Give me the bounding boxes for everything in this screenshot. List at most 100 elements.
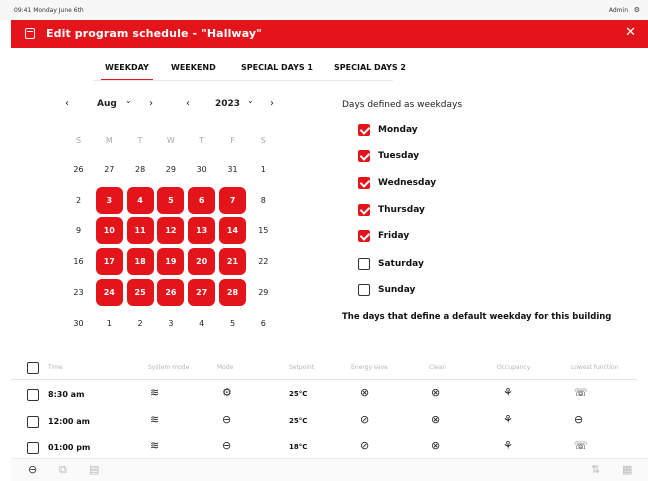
table-row[interactable]: 01:00 pm 18°C ≋ ⊖ ⊘ ⊗ ⚘ ☏ bbox=[11, 434, 637, 460]
lowest-function-icon[interactable]: ☏ bbox=[574, 440, 588, 452]
calendar-day-selected[interactable]: 28 bbox=[219, 279, 246, 306]
weekday-checkbox[interactable] bbox=[358, 124, 370, 136]
calendar-day-selected[interactable]: 24 bbox=[95, 279, 123, 306]
calendar-day[interactable]: 6 bbox=[250, 310, 277, 337]
sort-icon[interactable]: ⇅ bbox=[591, 463, 600, 476]
tab-weekday[interactable]: WEEKDAY bbox=[101, 63, 153, 81]
prev-year-button[interactable]: ‹ bbox=[186, 98, 190, 109]
user-icon[interactable]: ⚙ bbox=[634, 6, 640, 14]
energy-save-icon[interactable]: ⊘ bbox=[360, 440, 369, 452]
clean-icon[interactable]: ⊗ bbox=[431, 387, 440, 399]
lowest-function-icon[interactable]: ⊖ bbox=[574, 414, 583, 426]
weekday-checkbox[interactable] bbox=[358, 204, 370, 216]
next-month-button[interactable]: › bbox=[149, 98, 153, 109]
occupancy-icon[interactable]: ⚘ bbox=[503, 387, 513, 399]
weekday-label: Friday bbox=[378, 231, 410, 241]
calendar-day[interactable]: 2 bbox=[127, 310, 154, 337]
calendar-day-selected[interactable]: 26 bbox=[157, 279, 185, 306]
calendar-day[interactable]: 23 bbox=[65, 279, 92, 306]
calendar-day[interactable]: 31 bbox=[219, 156, 246, 183]
calendar-day-selected[interactable]: 20 bbox=[188, 248, 216, 276]
calendar-day-selected[interactable]: 14 bbox=[219, 217, 246, 245]
row-checkbox[interactable] bbox=[27, 389, 39, 401]
calendar-day-selected[interactable]: 17 bbox=[95, 248, 123, 276]
energy-save-icon[interactable]: ⊘ bbox=[360, 414, 369, 426]
occupancy-icon[interactable]: ⚘ bbox=[503, 414, 513, 426]
calendar-day[interactable]: 28 bbox=[127, 156, 154, 183]
calendar-day[interactable]: 27 bbox=[96, 156, 123, 183]
select-all-checkbox[interactable] bbox=[27, 362, 39, 374]
system-mode-icon[interactable]: ≋ bbox=[150, 414, 159, 426]
weekday-checkbox[interactable] bbox=[358, 150, 370, 162]
next-year-button[interactable]: › bbox=[270, 98, 274, 109]
calendar-day[interactable]: 2 bbox=[65, 187, 92, 214]
calendar-day-selected[interactable]: 18 bbox=[126, 248, 154, 276]
calendar-day-selected[interactable]: 5 bbox=[157, 186, 185, 214]
status-bar: 09:41 Monday June 6th Admin ⚙ bbox=[0, 0, 648, 20]
row-checkbox[interactable] bbox=[27, 442, 39, 454]
calendar-day[interactable]: 16 bbox=[65, 248, 92, 275]
calendar-day[interactable]: 29 bbox=[250, 279, 277, 306]
bottom-toolbar: ⊖ ⧉ ▤ ⇅ ▦ bbox=[11, 458, 648, 481]
calendar-day[interactable]: 15 bbox=[250, 217, 277, 244]
year-select[interactable]: 2023 bbox=[215, 99, 240, 109]
calendar-day-selected[interactable]: 21 bbox=[219, 248, 246, 276]
mode-icon[interactable]: ⊖ bbox=[222, 440, 231, 452]
calendar-day-selected[interactable]: 13 bbox=[188, 217, 216, 245]
copy-icon[interactable]: ⧉ bbox=[59, 463, 67, 477]
system-mode-icon[interactable]: ≋ bbox=[150, 387, 159, 399]
calendar-day[interactable]: 1 bbox=[250, 156, 277, 183]
paste-icon[interactable]: ▤ bbox=[89, 463, 99, 476]
calendar-day[interactable]: 1 bbox=[96, 310, 123, 337]
grid-menu-icon[interactable]: ▦ bbox=[622, 463, 632, 476]
energy-save-icon[interactable]: ⊗ bbox=[360, 387, 369, 399]
close-icon[interactable]: ✕ bbox=[625, 25, 636, 40]
weekday-checkbox[interactable] bbox=[358, 258, 370, 270]
calendar-day[interactable]: 3 bbox=[157, 310, 184, 337]
calendar-day[interactable]: 30 bbox=[65, 310, 92, 337]
calendar-day-selected[interactable]: 19 bbox=[157, 248, 185, 276]
calendar-day[interactable]: 30 bbox=[188, 156, 215, 183]
mode-icon[interactable]: ⚙ bbox=[222, 387, 232, 399]
mode-icon[interactable]: ⊖ bbox=[222, 414, 231, 426]
calendar-day[interactable]: 22 bbox=[250, 248, 277, 275]
calendar-day-selected[interactable]: 27 bbox=[188, 279, 216, 306]
table-row[interactable]: 8:30 am 25°C ≋ ⚙ ⊗ ⊗ ⚘ ☏ bbox=[11, 381, 637, 407]
chevron-down-icon[interactable]: ⌄ bbox=[125, 96, 132, 105]
calendar-day-selected[interactable]: 4 bbox=[126, 186, 154, 214]
calendar-day[interactable]: 5 bbox=[219, 310, 246, 337]
occupancy-icon[interactable]: ⚘ bbox=[503, 440, 513, 452]
month-select[interactable]: Aug bbox=[97, 99, 117, 109]
tab-special-days-1[interactable]: SPECIAL DAYS 1 bbox=[241, 63, 313, 72]
calendar-day-selected[interactable]: 6 bbox=[188, 186, 216, 214]
weekday-checkbox[interactable] bbox=[358, 284, 370, 296]
calendar-day-selected[interactable]: 11 bbox=[126, 217, 154, 245]
calendar-day[interactable]: 29 bbox=[157, 156, 184, 183]
calendar-day[interactable]: 9 bbox=[65, 217, 92, 244]
system-mode-icon[interactable]: ≋ bbox=[150, 440, 159, 452]
lowest-function-icon[interactable]: ☏ bbox=[574, 387, 588, 399]
tab-special-days-2[interactable]: SPECIAL DAYS 2 bbox=[334, 63, 406, 72]
calendar-day[interactable]: 26 bbox=[65, 156, 92, 183]
table-row[interactable]: 12:00 am 25°C ≋ ⊖ ⊘ ⊗ ⚘ ⊖ bbox=[11, 408, 637, 434]
row-checkbox[interactable] bbox=[27, 416, 39, 428]
calendar-day-selected[interactable]: 3 bbox=[95, 186, 123, 214]
calendar-day-selected[interactable]: 7 bbox=[219, 186, 246, 214]
calendar-icon bbox=[25, 28, 35, 39]
remove-icon[interactable]: ⊖ bbox=[28, 463, 37, 476]
clean-icon[interactable]: ⊗ bbox=[431, 440, 440, 452]
calendar-day-selected[interactable]: 25 bbox=[126, 279, 154, 306]
weekday-checkbox[interactable] bbox=[358, 177, 370, 189]
calendar-day-selected[interactable]: 10 bbox=[95, 217, 123, 245]
calendar-day-selected[interactable]: 12 bbox=[157, 217, 185, 245]
weekday-checkbox[interactable] bbox=[358, 230, 370, 242]
calendar-day[interactable]: 4 bbox=[188, 310, 215, 337]
clean-icon[interactable]: ⊗ bbox=[431, 414, 440, 426]
chevron-down-icon[interactable]: ⌄ bbox=[247, 96, 254, 105]
tab-weekend[interactable]: WEEKEND bbox=[171, 63, 216, 72]
column-header-occupancy: Occupancy bbox=[497, 364, 531, 371]
calendar-day[interactable]: 8 bbox=[250, 187, 277, 214]
status-user[interactable]: Admin bbox=[609, 7, 628, 14]
weekday-header: T bbox=[137, 136, 143, 145]
prev-month-button[interactable]: ‹ bbox=[65, 98, 69, 109]
